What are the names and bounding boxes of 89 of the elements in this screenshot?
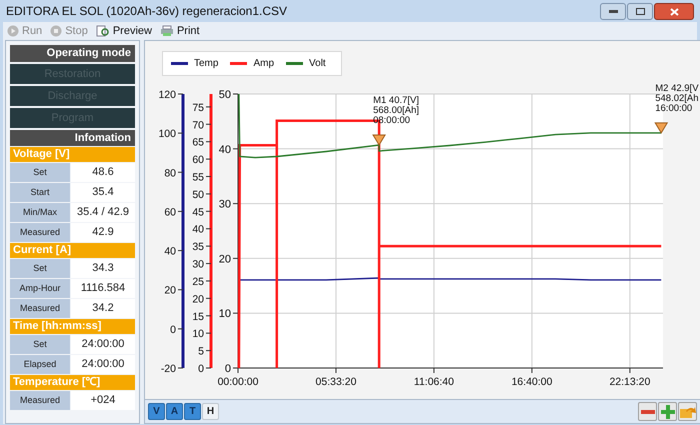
group-header: Temperature [℃] [10, 375, 135, 390]
marker-label: M1 40.7[V] 568.00[Ah] 08:00:00 [373, 94, 420, 126]
legend-label: Temp [194, 57, 218, 71]
field-label: Measured [10, 299, 70, 318]
minus-icon [640, 410, 654, 414]
folder-arrow-icon [680, 404, 696, 418]
field-label: Set [10, 259, 70, 278]
tick-label: -20 [160, 363, 176, 375]
plus-icon [660, 404, 674, 418]
field-label: Measured [10, 223, 70, 242]
field-label: Elapsed [10, 355, 70, 374]
tick-label: 00:00:00 [218, 376, 258, 388]
legend-label: Volt [309, 57, 326, 71]
tick-label: 75 [192, 102, 204, 114]
group-header: Voltage [V] [10, 147, 135, 162]
marker-icon [372, 134, 386, 146]
legend-label: Amp [253, 57, 274, 71]
tick-label: 30 [192, 258, 204, 271]
tick-label: 40 [164, 246, 176, 258]
close-icon [670, 8, 678, 16]
window-title: EDITORA EL SOL (1020Ah-36v) regeneracion1.CSV [6, 3, 288, 20]
marker-label: M2 42.9[V 548.02[Ah 16:00:00 [655, 82, 699, 114]
tick-label: 0 [224, 363, 231, 375]
minimize-button[interactable] [600, 3, 626, 20]
tick-label: 16:40:00 [511, 376, 552, 388]
printer-icon [160, 25, 174, 37]
preview-icon [96, 25, 110, 37]
tick-label: 25 [192, 276, 204, 288]
field-value: 34.2 [71, 299, 135, 318]
tick-label: 30 [218, 198, 231, 211]
toggle-button[interactable]: H [202, 403, 219, 420]
marker-icon [654, 122, 668, 134]
field-value: +024 [71, 391, 135, 410]
group-header: Current [A] [10, 243, 135, 258]
field-value: 35.4 / 42.9 [71, 203, 135, 222]
tick-label: 100 [158, 128, 176, 140]
field-value: 42.9 [71, 223, 135, 242]
field-label: Start [10, 183, 70, 202]
tick-label: 20 [164, 284, 176, 297]
section-header: Infomation [10, 130, 135, 146]
close-button[interactable] [654, 3, 694, 20]
tick-label: 50 [192, 188, 204, 201]
tick-label: 45 [192, 206, 204, 218]
tick-label: 70 [192, 119, 204, 132]
field-label: Set [10, 335, 70, 354]
tick-label: 55 [192, 172, 204, 184]
tick-label: 0 [170, 324, 176, 336]
toggle-button[interactable]: T [184, 403, 201, 420]
tick-label: 60 [192, 154, 204, 166]
maximize-icon [636, 8, 644, 15]
field-value: 1116.584 [71, 279, 135, 298]
field-value: 34.3 [71, 259, 135, 278]
tick-label: 20 [192, 293, 204, 306]
tool-button[interactable] [638, 402, 657, 421]
tick-label: 120 [158, 89, 176, 101]
toolbar-button[interactable]: Preview [96, 22, 152, 40]
section-header: Operating mode [10, 45, 135, 62]
minimize-icon [608, 10, 618, 13]
tick-label: 5 [198, 346, 204, 358]
tick-label: 50 [218, 89, 231, 101]
field-label: Min/Max [10, 203, 70, 222]
tick-label: 15 [192, 310, 204, 323]
tick-label: 0 [198, 363, 204, 375]
play-icon [7, 25, 19, 37]
field-value: 24:00:00 [71, 335, 135, 354]
tick-label: 40 [192, 224, 204, 236]
tick-label: 80 [164, 167, 176, 180]
field-label: Amp-Hour [10, 279, 70, 298]
toggle-button[interactable]: A [166, 403, 183, 420]
field-value: 48.6 [71, 163, 135, 182]
tick-label: 22:13:20 [609, 376, 650, 388]
tick-label: 40 [218, 144, 231, 156]
tick-label: 10 [218, 308, 231, 320]
tick-label: 65 [192, 136, 204, 149]
tick-label: 20 [218, 253, 231, 266]
toggle-button[interactable]: V [148, 403, 165, 420]
stop-icon [50, 25, 62, 37]
tick-label: 10 [192, 328, 204, 340]
tick-label: 05:33:20 [316, 376, 356, 388]
tick-label: 11:06:40 [414, 376, 454, 388]
maximize-button[interactable] [627, 3, 653, 20]
tick-label: 60 [164, 206, 176, 218]
field-label: Measured [10, 391, 70, 410]
field-value: 24:00:00 [71, 355, 135, 374]
toolbar-button[interactable]: Print [160, 22, 200, 40]
field-value: 35.4 [71, 183, 135, 202]
tick-label: 35 [192, 241, 204, 254]
group-header: Time [hh:mm:ss] [10, 319, 135, 334]
field-label: Set [10, 163, 70, 182]
